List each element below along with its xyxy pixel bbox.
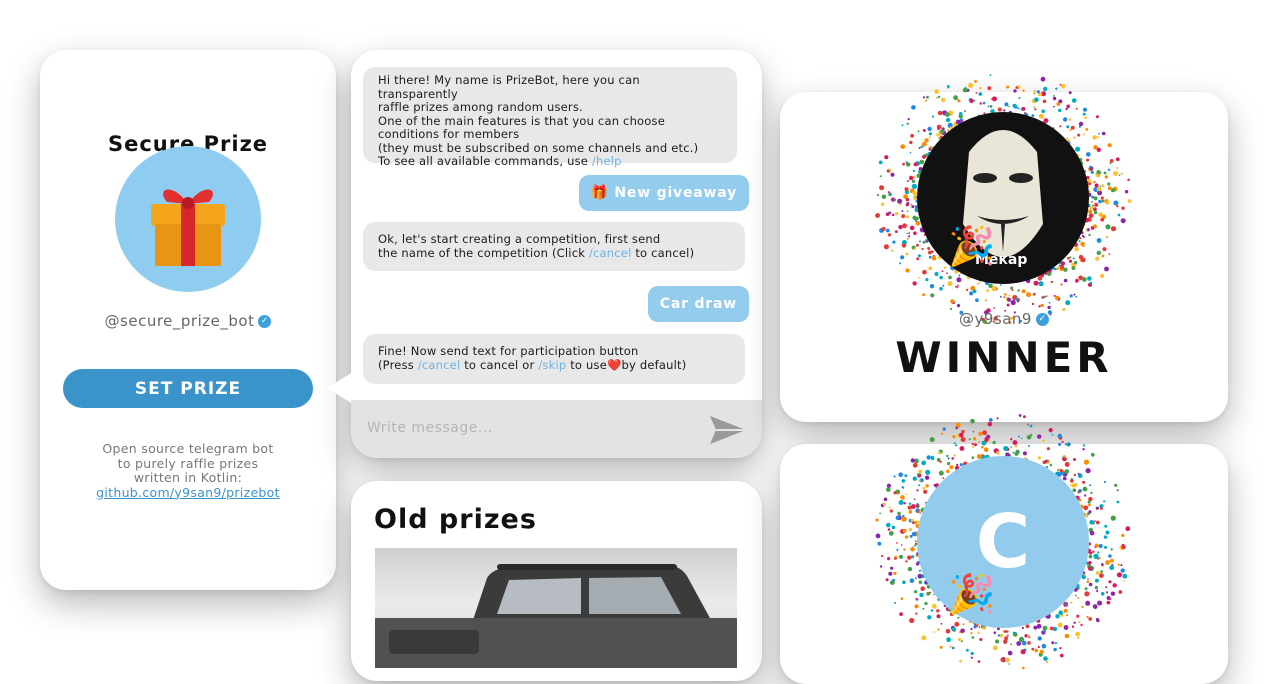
message-text: to cancel) bbox=[631, 245, 695, 260]
help-command-link[interactable]: /help bbox=[592, 154, 622, 168]
message-line: Hi there! My name is PrizeBot, here you … bbox=[378, 73, 640, 101]
message-line: raffle prizes among random users. bbox=[378, 100, 583, 114]
message-text: To see all available commands, use bbox=[378, 154, 592, 168]
message-input-placeholder: Write message... bbox=[367, 420, 493, 436]
message-line: Fine! Now send text for participation bu… bbox=[378, 344, 639, 358]
bot-handle: @secure_prize_bot bbox=[104, 312, 255, 330]
bot-message-button-text: Fine! Now send text for participation bu… bbox=[363, 334, 745, 384]
message-input[interactable]: Write message... bbox=[351, 400, 762, 458]
message-text: to use❤️by default) bbox=[566, 357, 687, 372]
winner-handle: @y9san9 bbox=[959, 310, 1032, 328]
gift-icon bbox=[151, 189, 225, 266]
bot-avatar bbox=[115, 146, 261, 292]
winner-avatar: Мекар bbox=[917, 112, 1089, 284]
message-line: One of the main features is that you can… bbox=[378, 113, 665, 128]
message-text: (Press bbox=[378, 357, 418, 372]
prize-car-photo[interactable] bbox=[375, 548, 737, 668]
message-text: the name of the competition (Click bbox=[378, 245, 589, 260]
bot-message-competition-name: Ok, let's start creating a competition, … bbox=[363, 222, 745, 271]
bot-description: Open source telegram bot to purely raffl… bbox=[40, 441, 336, 500]
description-line: to purely raffle prizes bbox=[117, 455, 259, 471]
github-link[interactable]: github.com/y9san9/prizebot bbox=[96, 485, 280, 500]
user-message-new-giveaway: 🎁 New giveaway bbox=[578, 175, 749, 211]
winner-handle-row: @y9san9 ✓ bbox=[780, 310, 1228, 328]
old-prizes-title: Old prizes bbox=[374, 504, 537, 535]
winner-label: WINNER bbox=[895, 333, 1113, 382]
cancel-command-link[interactable]: /cancel bbox=[418, 358, 461, 372]
cancel-command-link[interactable]: /cancel bbox=[589, 246, 632, 260]
user-message-car-draw: Car draw bbox=[647, 286, 749, 322]
message-line: conditions for members bbox=[378, 127, 520, 141]
bot-handle-row: @secure_prize_bot ✓ bbox=[40, 312, 336, 330]
message-line: Ok, let's start creating a competition, … bbox=[378, 232, 661, 246]
send-icon[interactable] bbox=[708, 414, 748, 446]
verified-icon: ✓ bbox=[1035, 313, 1049, 326]
message-line: (Press /cancel to cancel or /skip to use… bbox=[378, 357, 731, 373]
message-line: To see all available commands, use /help bbox=[378, 154, 723, 169]
set-prize-button[interactable]: SET PRIZE bbox=[63, 369, 313, 408]
message-line: the name of the competition (Click /canc… bbox=[378, 245, 731, 261]
chat-pointer-tail bbox=[327, 372, 353, 404]
bot-message-welcome: Hi there! My name is PrizeBot, here you … bbox=[363, 67, 737, 168]
second-winner-avatar: C bbox=[917, 456, 1089, 628]
message-text: to cancel or bbox=[460, 357, 539, 372]
verified-icon: ✓ bbox=[258, 315, 272, 328]
description-line: written in Kotlin: bbox=[133, 470, 243, 485]
message-line: (they must be subscribed on some channel… bbox=[378, 140, 699, 155]
old-prizes-card: Old prizes bbox=[351, 481, 762, 681]
bot-profile-card: Secure Prize @secure_prize_bot ✓ SET PRIZ… bbox=[40, 50, 336, 590]
party-popper-icon: 🎉 bbox=[948, 224, 996, 268]
chat-window: Hi there! My name is PrizeBot, here you … bbox=[327, 50, 762, 458]
description-line: Open source telegram bot bbox=[102, 441, 274, 456]
car-illustration bbox=[375, 564, 737, 668]
skip-command-link[interactable]: /skip bbox=[538, 358, 566, 372]
party-popper-icon: 🎉 bbox=[948, 572, 996, 616]
